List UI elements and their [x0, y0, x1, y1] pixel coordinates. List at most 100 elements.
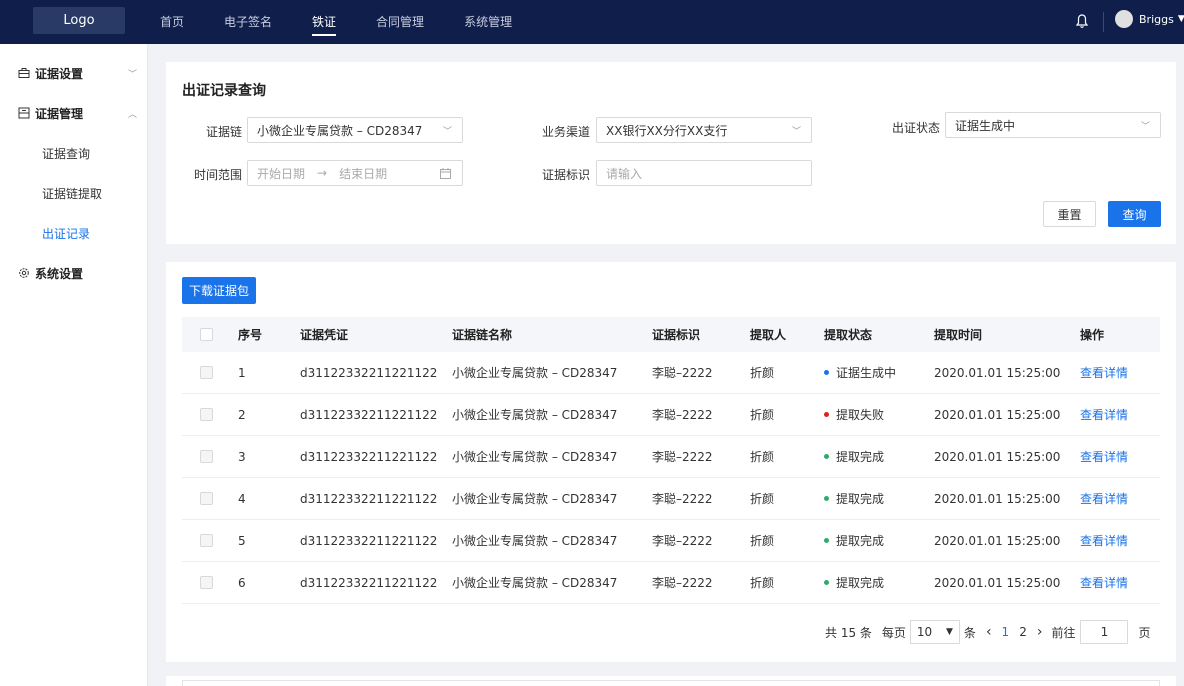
query-button[interactable]: 查询: [1108, 201, 1161, 227]
row-status: 提取完成: [824, 436, 884, 477]
per-page-unit: 条: [963, 625, 976, 640]
user-name[interactable]: Briggs: [1139, 13, 1174, 26]
goto-page-input[interactable]: 1: [1080, 620, 1129, 644]
nav-contract-management[interactable]: 合同管理: [376, 0, 424, 44]
row-chain-name: 小微企业专属贷款 – CD28347: [452, 492, 618, 506]
row-status: 提取完成: [824, 478, 884, 519]
row-time: 2020.01.01 15:25:00: [934, 575, 1061, 590]
date-range-picker[interactable]: 开始日期 → 结束日期: [247, 160, 463, 186]
view-details-link[interactable]: 查看详情: [1080, 562, 1128, 603]
table-header-row: 序号 证据凭证 证据链名称 证据标识 提取人 提取状态 提取时间 操作: [182, 317, 1160, 352]
avatar[interactable]: [1115, 10, 1133, 28]
end-date-input[interactable]: 结束日期: [339, 165, 387, 182]
row-extractor: 折颜: [750, 576, 775, 590]
row-checkbox[interactable]: [200, 366, 213, 379]
select-all-checkbox[interactable]: [200, 328, 213, 341]
row-tag: 李聪–2222: [652, 408, 713, 422]
row-index: 1: [238, 365, 246, 380]
caret-down-icon[interactable]: ▼: [1178, 14, 1184, 24]
sidebar-group-label: 系统设置: [35, 266, 84, 281]
row-voucher: d31122332211221122: [300, 575, 438, 590]
row-extractor: 折颜: [750, 408, 775, 422]
row-tag: 李聪–2222: [652, 576, 713, 590]
row-checkbox[interactable]: [200, 576, 213, 589]
row-checkbox[interactable]: [200, 534, 213, 547]
row-index: 2: [238, 407, 246, 422]
table-row: 6 d31122332211221122 小微企业专属贷款 – CD28347 李聪–…: [182, 562, 1160, 604]
sidebar-group-evidence-management[interactable]: 证据管理 ︿: [0, 93, 147, 133]
view-details-link[interactable]: 查看详情: [1080, 436, 1128, 477]
column-header-tag: 证据标识: [652, 328, 701, 342]
records-table: 序号 证据凭证 证据链名称 证据标识 提取人 提取状态 提取时间 操作 1 d31…: [182, 317, 1160, 604]
row-index: 4: [238, 491, 246, 506]
row-voucher: d31122332211221122: [300, 491, 438, 506]
row-tag: 李聪–2222: [652, 450, 713, 464]
user-menu[interactable]: Briggs ▼: [1115, 10, 1184, 28]
gear-icon: [19, 268, 29, 278]
table-row: 1 d31122332211221122 小微企业专属贷款 – CD28347 李聪–…: [182, 352, 1160, 394]
sidebar-item-issue-records[interactable]: 出证记录: [0, 213, 147, 253]
row-voucher: d31122332211221122: [300, 407, 438, 422]
nav-home[interactable]: 首页: [160, 0, 184, 44]
business-channel-select[interactable]: XX银行XX分行XX支行 ﹀: [596, 117, 812, 143]
sidebar-item-evidence-chain-extract[interactable]: 证据链提取: [0, 173, 147, 213]
sidebar-group-system-settings[interactable]: 系统设置: [0, 253, 147, 293]
sidebar-group-label: 证据设置: [35, 66, 84, 81]
row-index: 6: [238, 575, 246, 590]
prev-page-button[interactable]: ‹: [986, 624, 992, 640]
issue-status-select[interactable]: 证据生成中 ﹀: [945, 112, 1161, 138]
issue-status-value: 证据生成中: [955, 118, 1016, 133]
view-details-link[interactable]: 查看详情: [1080, 352, 1128, 393]
nav-system-management[interactable]: 系统管理: [464, 0, 512, 44]
bell-icon[interactable]: [1075, 13, 1089, 29]
column-header-time: 提取时间: [934, 328, 983, 342]
status-text: 提取失败: [836, 408, 885, 422]
row-checkbox[interactable]: [200, 450, 213, 463]
page-1-button[interactable]: 1: [1002, 625, 1010, 639]
column-header-chain-name: 证据链名称: [452, 328, 513, 342]
column-header-extractor: 提取人: [750, 328, 787, 342]
page-2-button[interactable]: 2: [1019, 625, 1027, 639]
next-page-button[interactable]: ›: [1037, 624, 1043, 640]
per-page-label: 每页: [881, 625, 906, 640]
sidebar-group-evidence-settings[interactable]: 证据设置 ﹀: [0, 53, 147, 93]
row-checkbox-cell: [200, 520, 213, 561]
start-date-input[interactable]: 开始日期: [257, 165, 305, 182]
page-size-select[interactable]: 10 ▼: [909, 620, 960, 644]
row-checkbox-cell: [200, 394, 213, 435]
sidebar-item-evidence-query[interactable]: 证据查询: [0, 133, 147, 173]
view-details-link[interactable]: 查看详情: [1080, 394, 1128, 435]
row-extractor: 折颜: [750, 366, 775, 380]
records-panel: 下载证据包 序号 证据凭证 证据链名称 证据标识 提取人 提取状态 提取时间 操…: [166, 262, 1176, 662]
table-row: 4 d31122332211221122 小微企业专属贷款 – CD28347 李聪–…: [182, 478, 1160, 520]
nav-e-signature[interactable]: 电子签名: [224, 0, 272, 44]
row-checkbox-cell: [200, 478, 213, 519]
calendar-icon: [440, 168, 451, 179]
row-status: 提取失败: [824, 394, 884, 435]
view-details-link[interactable]: 查看详情: [1080, 478, 1128, 519]
row-tag: 李聪–2222: [652, 366, 713, 380]
search-panel: 出证记录查询 证据链 小微企业专属贷款 – CD28347 ﹀ 业务渠道 XX银…: [166, 62, 1176, 244]
row-chain-name: 小微企业专属贷款 – CD28347: [452, 534, 618, 548]
row-voucher: d31122332211221122: [300, 449, 438, 464]
row-status: 证据生成中: [824, 352, 896, 393]
chevron-down-icon: ﹀: [1140, 121, 1150, 132]
column-header-index: 序号: [238, 328, 263, 342]
status-text: 提取完成: [836, 450, 885, 464]
download-evidence-package-button[interactable]: 下载证据包: [182, 277, 256, 304]
status-text: 提取完成: [836, 576, 885, 590]
nav-tiezheng[interactable]: 铁证: [312, 0, 337, 44]
logo[interactable]: Logo: [33, 7, 125, 34]
row-chain-name: 小微企业专属贷款 – CD28347: [452, 366, 618, 380]
total-count: 共 15 条: [825, 625, 872, 640]
sidebar-group-label: 证据管理: [35, 106, 84, 121]
status-dot: [824, 370, 829, 375]
row-checkbox[interactable]: [200, 492, 213, 505]
row-extractor: 折颜: [750, 450, 775, 464]
evidence-chain-select[interactable]: 小微企业专属贷款 – CD28347 ﹀: [247, 117, 463, 143]
row-checkbox[interactable]: [200, 408, 213, 421]
evidence-tag-input[interactable]: 请输入: [596, 160, 812, 186]
reset-button[interactable]: 重置: [1043, 201, 1096, 227]
caret-down-icon: ▼: [946, 627, 953, 637]
view-details-link[interactable]: 查看详情: [1080, 520, 1128, 561]
